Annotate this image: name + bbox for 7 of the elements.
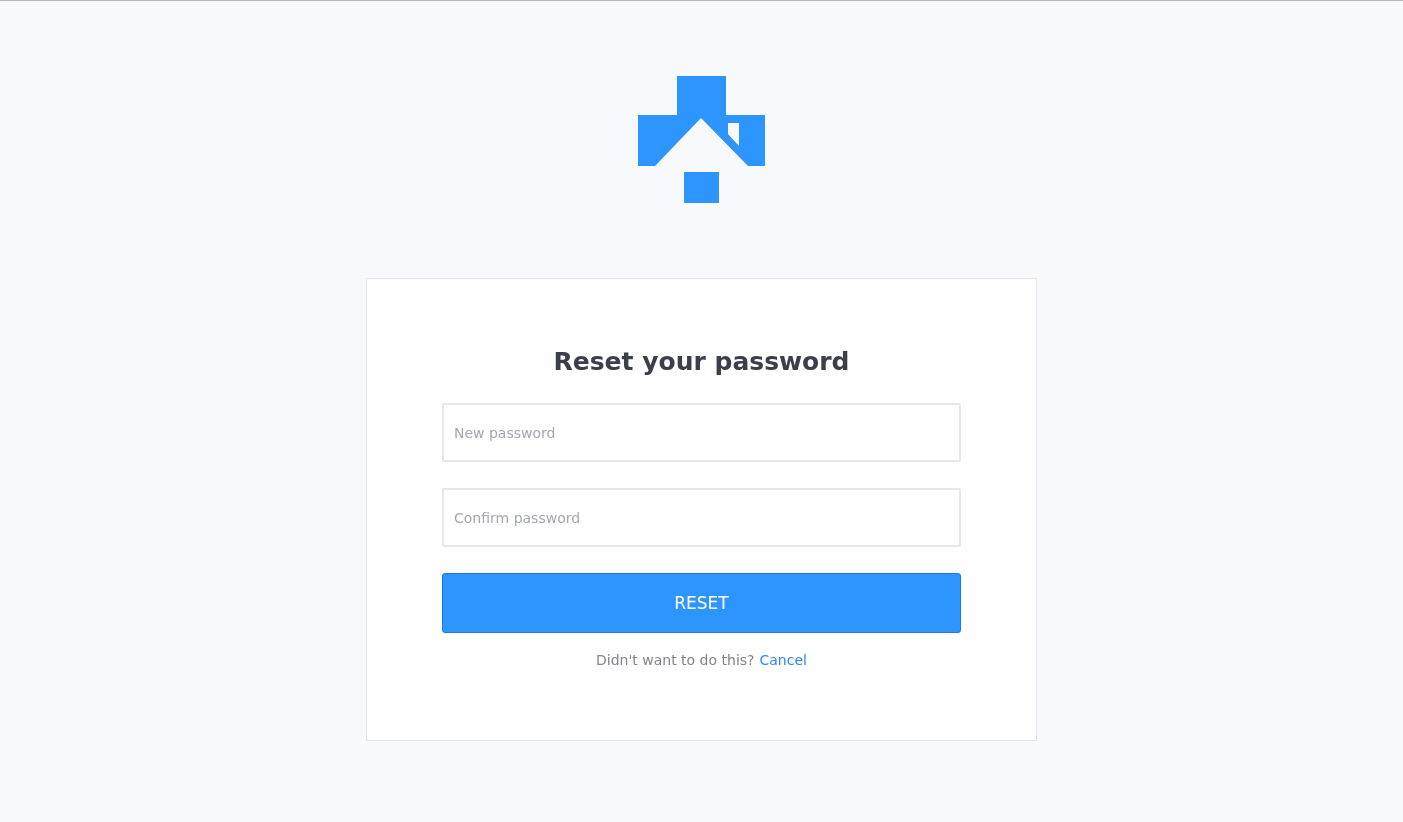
- password-field[interactable]: Confirm password: [442, 488, 961, 547]
- house-logo-icon: [638, 76, 765, 203]
- cancel-link[interactable]: Cancel: [759, 652, 807, 668]
- form-title: Reset your password: [553, 347, 850, 376]
- password-field[interactable]: New password: [442, 403, 961, 462]
- reset-button[interactable]: RESET: [442, 573, 961, 633]
- cancel-prompt: Didn't want to do this?: [596, 652, 755, 668]
